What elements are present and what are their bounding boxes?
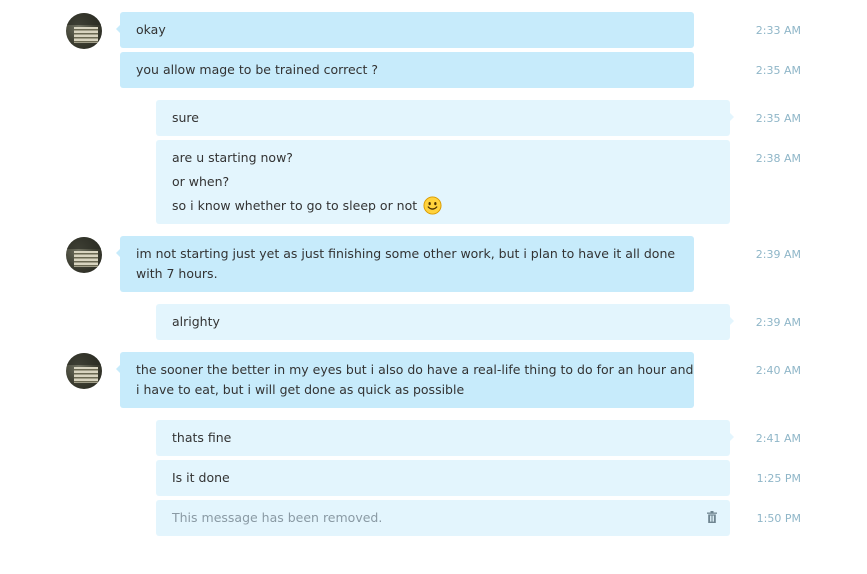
message-text: are u starting now?: [172, 150, 293, 165]
bubble-tail: [116, 365, 120, 373]
message-bubble-outgoing[interactable]: alrighty: [156, 304, 734, 340]
message-timestamp: 2:33 AM: [755, 24, 801, 37]
avatar-image: [66, 13, 102, 43]
message-timestamp: 2:39 AM: [755, 248, 801, 261]
message-bubble-removed[interactable]: This message has been removed.: [156, 500, 730, 536]
bubble-tail: [730, 433, 734, 441]
chat-conversation: okay 2:33 AM you allow mage to be traine…: [0, 0, 867, 574]
trash-icon[interactable]: [707, 511, 717, 523]
contact-avatar[interactable]: [66, 237, 102, 273]
message-bubble-outgoing[interactable]: are u starting now? or when? so i know w…: [156, 140, 730, 224]
message-text: thats fine: [172, 430, 232, 445]
message-timestamp: 2:38 AM: [755, 152, 801, 165]
message-timestamp: 2:35 AM: [755, 64, 801, 77]
message-timestamp: 2:39 AM: [755, 316, 801, 329]
message-bubble-incoming[interactable]: you allow mage to be trained correct ?: [120, 52, 694, 88]
message-text: you allow mage to be trained correct ?: [136, 62, 379, 77]
message-bubble-outgoing[interactable]: sure: [156, 100, 734, 136]
message-timestamp: 1:25 PM: [756, 472, 801, 485]
message-bubble-outgoing[interactable]: Is it done: [156, 460, 730, 496]
message-text: alrighty: [172, 314, 220, 329]
message-text: i have to eat, but i will get done as qu…: [136, 382, 465, 397]
smile-emoticon-icon: [423, 196, 442, 215]
message-timestamp: 2:41 AM: [755, 432, 801, 445]
message-timestamp: 2:35 AM: [755, 112, 801, 125]
removed-message-text: This message has been removed.: [172, 510, 383, 525]
message-text: im not starting just yet as just finishi…: [136, 246, 676, 261]
message-text: the sooner the better in my eyes but i a…: [136, 362, 694, 377]
message-bubble-incoming[interactable]: okay: [116, 12, 694, 48]
bubble-tail: [116, 249, 120, 257]
message-text: okay: [136, 22, 166, 37]
message-text: Is it done: [172, 470, 230, 485]
message-text: sure: [172, 110, 199, 125]
message-text: with 7 hours.: [136, 266, 218, 281]
message-bubble-outgoing[interactable]: thats fine: [156, 420, 734, 456]
avatar-image: [66, 353, 102, 383]
message-text: so i know whether to go to sleep or not: [172, 198, 418, 213]
avatar-image: [66, 237, 102, 267]
message-timestamp: 2:40 AM: [755, 364, 801, 377]
bubble-tail: [116, 25, 120, 33]
contact-avatar[interactable]: [66, 353, 102, 389]
contact-avatar[interactable]: [66, 13, 102, 49]
message-timestamp: 1:50 PM: [756, 512, 801, 525]
message-bubble-incoming[interactable]: im not starting just yet as just finishi…: [116, 236, 694, 292]
message-text: or when?: [172, 174, 230, 189]
bubble-tail: [730, 113, 734, 121]
bubble-tail: [730, 317, 734, 325]
message-bubble-incoming[interactable]: the sooner the better in my eyes but i a…: [116, 352, 694, 408]
